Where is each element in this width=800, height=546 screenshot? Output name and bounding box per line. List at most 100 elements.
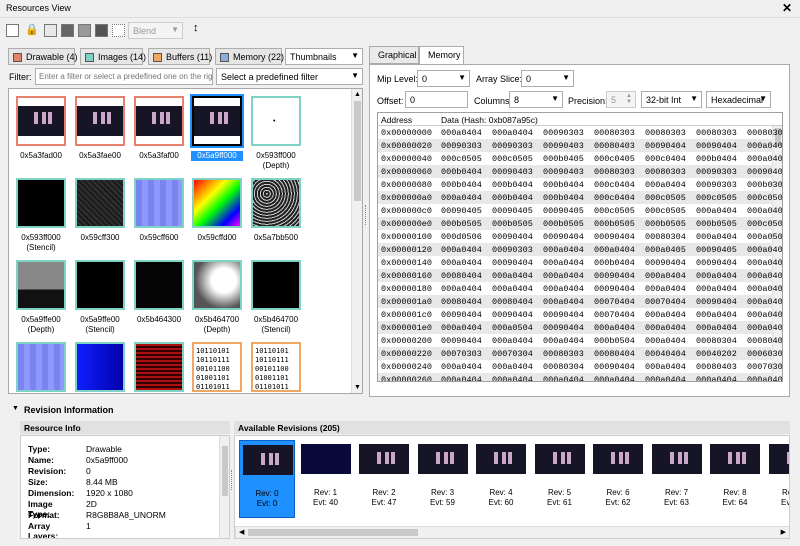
- tab-buffers[interactable]: Buffers (11): [148, 48, 212, 65]
- hex-row[interactable]: 0x000001c0 00090404 00090404 00090404 000…: [378, 308, 782, 321]
- splitter-handle[interactable]: [365, 205, 368, 225]
- hex-row[interactable]: 0x00000240 000a0404 000a0404 00080304 000…: [378, 360, 782, 373]
- info-value: 8.44 MB: [86, 477, 118, 487]
- view-mode-dropdown[interactable]: Thumbnails ▼: [285, 48, 363, 65]
- hex-row[interactable]: 0x00000180 000a0404 000a0404 000a0404 000…: [378, 282, 782, 295]
- array-slice-dropdown[interactable]: 0 ▼: [521, 70, 574, 87]
- revision-item[interactable]: Rev: 7 Evt: 63: [649, 440, 705, 518]
- save-icon[interactable]: [44, 24, 57, 37]
- data-type-dropdown[interactable]: 32-bit Int ▼: [641, 91, 702, 108]
- columns-dropdown[interactable]: 8 ▼: [509, 91, 563, 108]
- scroll-down-icon[interactable]: ▼: [354, 384, 361, 391]
- thumbnail[interactable]: [134, 178, 184, 228]
- mip-level-dropdown[interactable]: 0 ▼: [417, 70, 470, 87]
- revision-item[interactable]: Rev: 6 Evt: 62: [590, 440, 646, 518]
- revision-item[interactable]: Rev: 9Evt: 65: [766, 440, 789, 518]
- revision-thumbnail: [534, 444, 585, 474]
- thumbnail[interactable]: [75, 342, 125, 392]
- thumbnail[interactable]: 10110101 10110111 00101100 01001101 01101011: [192, 342, 242, 392]
- hex-row[interactable]: 0x00000040 000c0505 000c0505 000b0405 000…: [378, 152, 782, 165]
- tab-memory-view[interactable]: Memory: [419, 46, 464, 65]
- hex-row[interactable]: 0x00000220 00070303 00070304 00080303 000…: [378, 347, 782, 360]
- tab-memory[interactable]: Memory (22): [215, 48, 284, 65]
- hex-row[interactable]: 0x00000260 000a0404 000a0404 000a0404 000…: [378, 373, 782, 381]
- hex-row[interactable]: 0x000000e0 000b0505 000b0505 000b0505 000…: [378, 217, 782, 230]
- revisions-scroll-thumb[interactable]: [248, 529, 418, 536]
- number-format-dropdown[interactable]: Hexadecimal ▼: [706, 91, 771, 108]
- dark-bg-icon[interactable]: [61, 24, 74, 37]
- revision-section-title: Revision Information: [24, 405, 114, 415]
- revision-item[interactable]: Rev: 5 Evt: 61: [532, 440, 588, 518]
- predefined-filter-dropdown[interactable]: Select a predefined filter ▼: [216, 68, 363, 85]
- copy-icon[interactable]: [6, 24, 19, 37]
- thumbnail[interactable]: [16, 260, 66, 310]
- hex-row[interactable]: 0x00000000 000a0404 000a0404 00090303 000…: [378, 126, 782, 139]
- thumbnail[interactable]: •: [251, 96, 301, 146]
- close-icon[interactable]: ✕: [782, 1, 792, 15]
- scroll-up-icon[interactable]: ▲: [354, 91, 361, 98]
- thumbnail[interactable]: [192, 178, 242, 228]
- info-scroll-thumb[interactable]: [222, 446, 228, 496]
- hex-address: 0x00000180: [381, 284, 433, 294]
- data-column-header[interactable]: Data (Hash: 0xb087a95c): [441, 115, 538, 125]
- offset-input[interactable]: 0: [405, 91, 468, 108]
- thumbnail[interactable]: [75, 178, 125, 228]
- thumbnail[interactable]: [134, 342, 184, 392]
- thumbnail[interactable]: [16, 342, 66, 392]
- hex-row[interactable]: 0x00000100 000d0506 00090404 00090404 000…: [378, 230, 782, 243]
- address-column-header[interactable]: Address: [381, 115, 412, 125]
- resize-vertical-icon[interactable]: ↕: [193, 22, 199, 34]
- black-bg-icon[interactable]: [95, 24, 108, 37]
- checker-bg-icon[interactable]: [112, 24, 125, 37]
- scroll-left-icon[interactable]: ◀: [239, 528, 244, 536]
- hex-row[interactable]: 0x000001e0 000a0404 000a0504 00090404 000…: [378, 321, 782, 334]
- lock-icon[interactable]: 🔒: [25, 23, 39, 36]
- hex-row[interactable]: 0x00000160 00080404 000a0404 000a0404 000…: [378, 269, 782, 282]
- revision-section-header[interactable]: ▼ Revision Information: [0, 403, 800, 417]
- revision-item[interactable]: Rev: 0 Evt: 0: [239, 440, 295, 518]
- thumbnail[interactable]: [251, 260, 301, 310]
- hex-row[interactable]: 0x00000200 00090404 000a0404 000a0404 000…: [378, 334, 782, 347]
- predefined-filter-label: Select a predefined filter: [221, 72, 319, 82]
- revisions-scrollbar[interactable]: ◀ ▶: [235, 526, 789, 538]
- revision-item[interactable]: Rev: 8 Evt: 64: [707, 440, 763, 518]
- hex-row[interactable]: 0x00000020 00090303 00090303 00090403 000…: [378, 139, 782, 152]
- hex-row[interactable]: 0x00000140 000a0404 00090404 000a0404 000…: [378, 256, 782, 269]
- revision-item[interactable]: Rev: 1 Evt: 40: [298, 440, 354, 518]
- thumbnail[interactable]: [192, 260, 242, 310]
- hex-row[interactable]: 0x000000c0 00090405 00090405 00090405 000…: [378, 204, 782, 217]
- filter-input[interactable]: [35, 68, 213, 85]
- hex-row[interactable]: 0x000000a0 000a0404 000b0404 000b0404 000…: [378, 191, 782, 204]
- thumbnail[interactable]: [134, 96, 184, 146]
- blend-dropdown[interactable]: Blend ▼: [128, 22, 183, 39]
- hex-row[interactable]: 0x00000120 000a0404 00090303 000a0404 000…: [378, 243, 782, 256]
- revision-item[interactable]: Rev: 4 Evt: 60: [473, 440, 529, 518]
- scroll-thumb[interactable]: [354, 101, 361, 201]
- thumbnail-scrollbar[interactable]: ▲ ▼: [351, 89, 362, 393]
- splitter-handle[interactable]: [231, 470, 233, 490]
- info-scrollbar[interactable]: [219, 436, 229, 538]
- revision-item[interactable]: Rev: 3 Evt: 59: [415, 440, 471, 518]
- hex-row[interactable]: 0x00000080 000b0404 000b0404 000b0404 000…: [378, 178, 782, 191]
- precision-spinner[interactable]: 5 ▲ ▼: [606, 91, 636, 108]
- thumbnail[interactable]: [75, 96, 125, 146]
- thumbnail[interactable]: [251, 178, 301, 228]
- gray-bg-icon[interactable]: [78, 24, 91, 37]
- tab-images[interactable]: Images (14): [80, 48, 146, 65]
- hex-row[interactable]: 0x00000060 000b0404 00090403 00090403 000…: [378, 165, 782, 178]
- thumbnail[interactable]: [75, 260, 125, 310]
- hex-address: 0x00000240: [381, 362, 433, 372]
- thumbnail[interactable]: [16, 178, 66, 228]
- thumbnail[interactable]: [16, 96, 66, 146]
- hex-row[interactable]: 0x000001a0 00080404 00080404 000a0404 000…: [378, 295, 782, 308]
- thumbnail[interactable]: [134, 260, 184, 310]
- thumbnail[interactable]: [192, 96, 242, 146]
- resource-info-title: Resource Info: [20, 421, 230, 434]
- collapse-arrow-icon[interactable]: ▼: [12, 405, 19, 412]
- thumbnail[interactable]: 10110101 10110111 00101100 01001101 01101011: [251, 342, 301, 392]
- tab-drawable[interactable]: Drawable (4): [8, 48, 78, 65]
- revision-item[interactable]: Rev: 2 Evt: 47: [356, 440, 412, 518]
- scroll-right-icon[interactable]: ▶: [781, 528, 786, 536]
- tab-graphical[interactable]: Graphical: [369, 46, 419, 64]
- thumbnail-image: [136, 106, 182, 136]
